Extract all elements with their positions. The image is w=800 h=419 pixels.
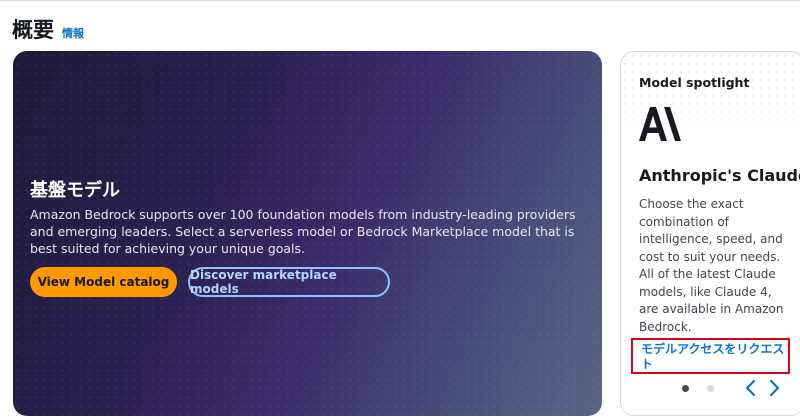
pagination-dot-1[interactable] — [682, 385, 689, 392]
page-header: 概要 情報 — [12, 14, 84, 44]
chevron-right-icon[interactable] — [767, 379, 781, 397]
hero-description: Amazon Bedrock supports over 100 foundat… — [30, 207, 576, 256]
pagination-dot-2[interactable] — [707, 385, 714, 392]
chevron-left-icon[interactable] — [744, 379, 758, 397]
model-spotlight-card: Model spotlight Anthropic's Claude Choos… — [620, 51, 800, 416]
request-model-access-highlight: モデルアクセスをリクエスト — [631, 338, 790, 374]
discover-marketplace-models-button[interactable]: Discover marketplace models — [188, 267, 390, 297]
anthropic-logo-icon — [639, 107, 681, 141]
foundation-models-hero: 基盤モデル Amazon Bedrock supports over 100 f… — [13, 51, 602, 416]
info-link[interactable]: 情報 — [62, 25, 84, 41]
spotlight-heading: Model spotlight — [639, 75, 750, 90]
top-divider — [0, 0, 800, 1]
spotlight-description: Choose the exact combination of intellig… — [639, 197, 784, 334]
hero-title: 基盤モデル — [30, 180, 120, 201]
page-title: 概要 — [12, 18, 54, 42]
view-model-catalog-button[interactable]: View Model catalog — [30, 267, 177, 297]
spotlight-title: Anthropic's Claude — [639, 166, 800, 185]
request-model-access-link[interactable]: モデルアクセスをリクエスト — [641, 342, 789, 372]
